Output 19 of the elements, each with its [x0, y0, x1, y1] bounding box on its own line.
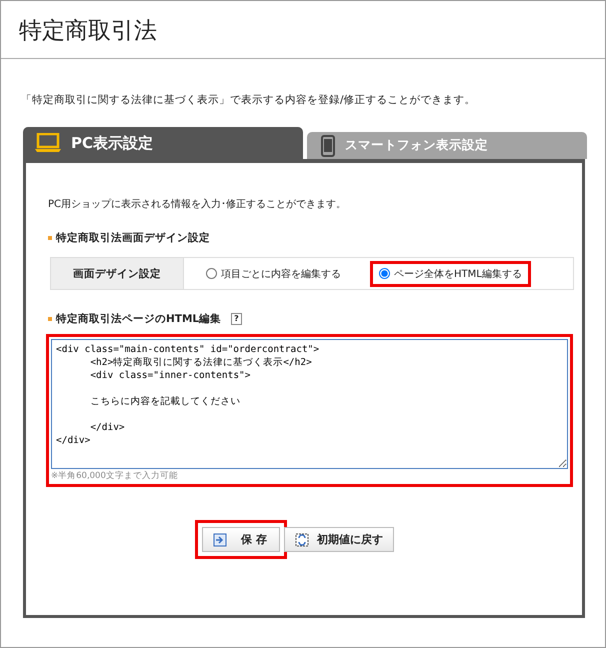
html-editor[interactable]: <div class="main-contents" id="ordercontract"> <h2>特定商取引に関する法律に基づく表示</h2> <div class="inner-contents"> こちらに内容を記載してください </div> </div> [51, 339, 568, 469]
save-icon [213, 532, 227, 546]
radio-button[interactable] [379, 268, 390, 279]
radio-button[interactable] [206, 268, 217, 279]
section-heading: 特定商取引法ページのHTML編集 [56, 312, 222, 326]
page-title: 特定商取引法 [1, 1, 605, 59]
row-label: 画面デザイン設定 [50, 258, 184, 290]
radio-option[interactable]: 項目ごとに内容を編集する [197, 260, 350, 286]
smartphone-icon [321, 134, 335, 156]
laptop-icon [35, 133, 61, 153]
character-limit-note: ※半角60,000文字まで入力可能 [51, 470, 179, 482]
section-heading: 特定商取引法画面デザイン設定 [56, 231, 210, 245]
tab[interactable]: PC表示設定 [23, 127, 303, 159]
intro-text: PC用ショップに表示される情報を入力･修正することができます。 [48, 198, 348, 211]
reset-button[interactable]: 初期値に戻す [284, 527, 394, 552]
page-description: 「特定商取引に関する法律に基づく表示」で表示する内容を登録/修正することができます。 [21, 93, 477, 107]
refresh-icon [295, 532, 309, 548]
help-icon[interactable]: ? [231, 313, 242, 325]
radio-option[interactable]: ページ全体をHTML編集する [370, 260, 531, 286]
